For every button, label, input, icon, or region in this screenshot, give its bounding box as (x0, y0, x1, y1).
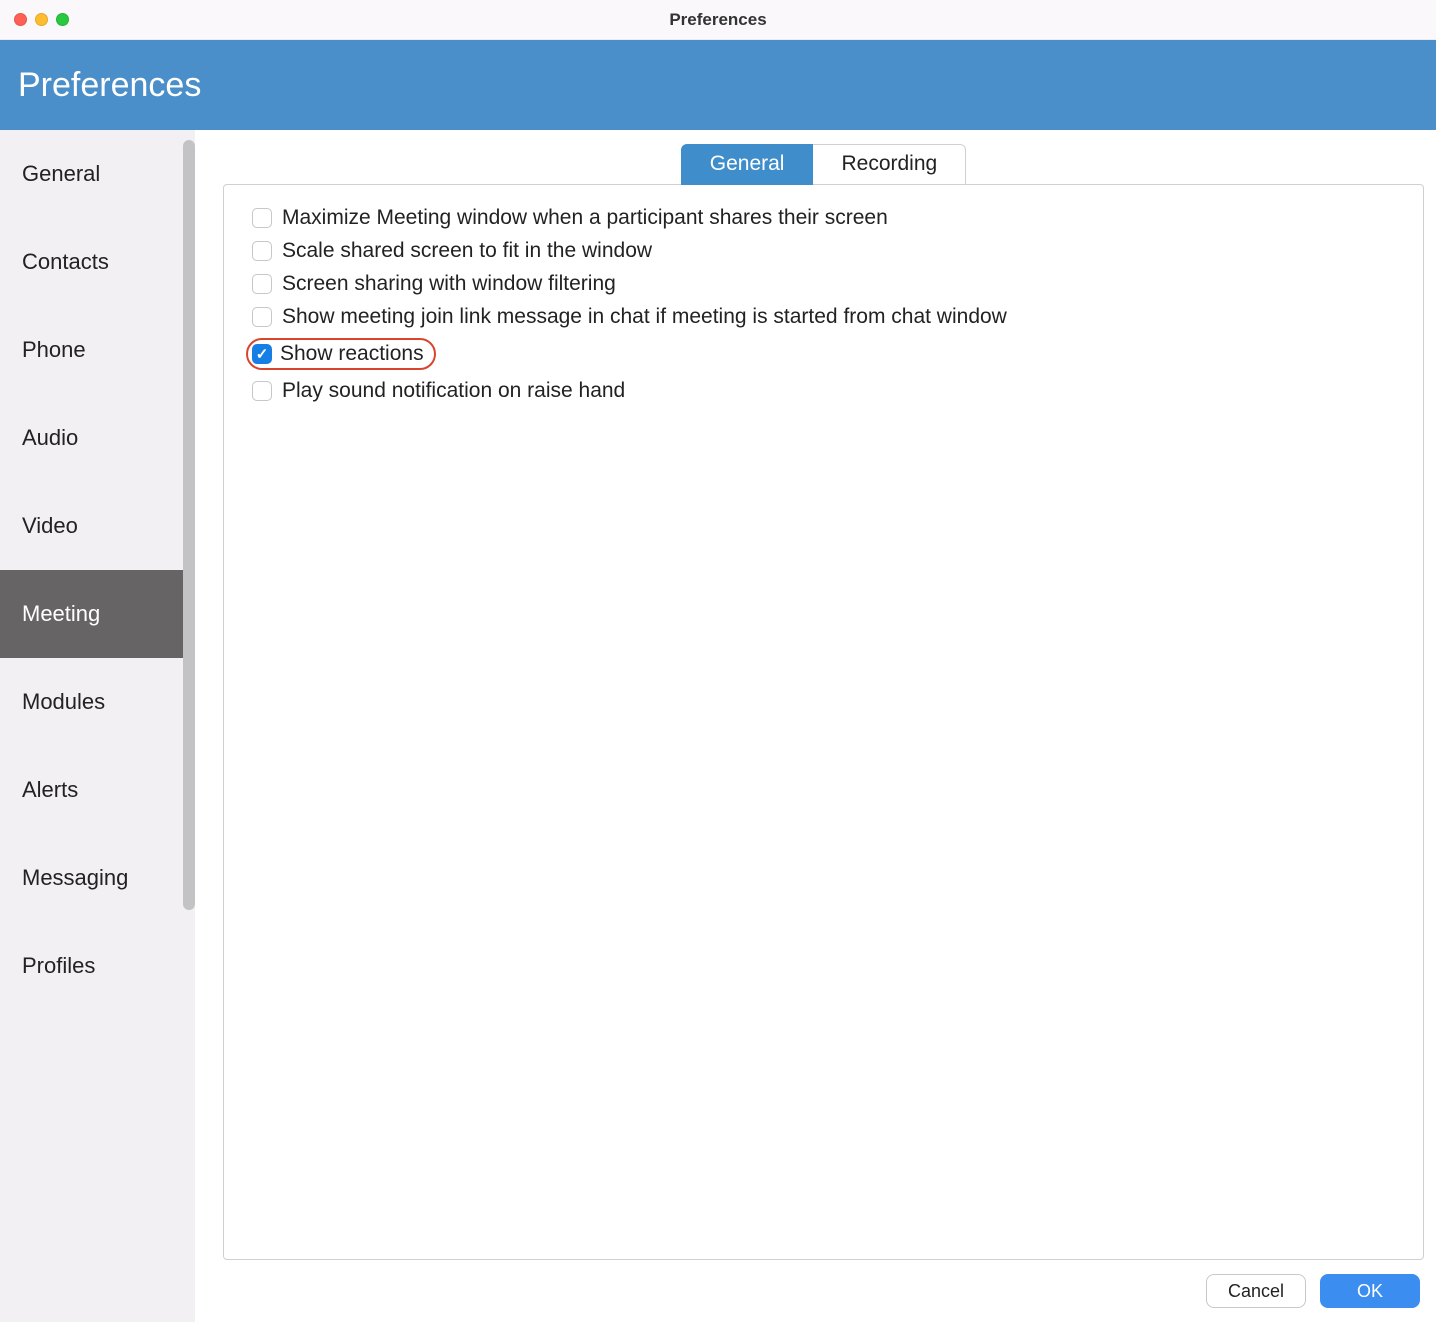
sidebar-item-label: Messaging (22, 865, 128, 891)
page-title: Preferences (18, 66, 201, 105)
sidebar-item-label: Profiles (22, 953, 95, 979)
option-label: Play sound notification on raise hand (282, 379, 625, 403)
checkbox-show-reactions[interactable] (252, 344, 272, 364)
sidebar-item-label: Audio (22, 425, 78, 451)
sidebar-item-phone[interactable]: Phone (0, 306, 195, 394)
option-maximize-window: Maximize Meeting window when a participa… (252, 206, 1395, 230)
sidebar-scrollbar[interactable] (177, 140, 195, 910)
option-window-filtering: Screen sharing with window filtering (252, 272, 1395, 296)
sidebar-item-audio[interactable]: Audio (0, 394, 195, 482)
sidebar-item-label: Modules (22, 689, 105, 715)
sidebar-item-modules[interactable]: Modules (0, 658, 195, 746)
footer: Cancel OK (223, 1260, 1424, 1312)
titlebar: Preferences (0, 0, 1436, 40)
tab-general[interactable]: General (681, 144, 814, 185)
sidebar-item-label: Alerts (22, 777, 78, 803)
window-title: Preferences (0, 10, 1436, 30)
option-label: Show reactions (280, 342, 424, 366)
checkbox-scale-shared[interactable] (252, 241, 272, 261)
sidebar-item-label: General (22, 161, 100, 187)
options-panel: Maximize Meeting window when a participa… (223, 184, 1424, 1260)
option-raise-hand-sound: Play sound notification on raise hand (252, 379, 1395, 403)
option-show-join-link: Show meeting join link message in chat i… (252, 305, 1395, 329)
highlight-ring: Show reactions (246, 338, 436, 370)
close-icon[interactable] (14, 13, 27, 26)
checkbox-maximize-window[interactable] (252, 208, 272, 228)
sidebar-item-video[interactable]: Video (0, 482, 195, 570)
content: General Recording Maximize Meeting windo… (195, 130, 1436, 1322)
main: General Contacts Phone Audio Video Meeti… (0, 130, 1436, 1322)
option-label: Scale shared screen to fit in the window (282, 239, 652, 263)
button-label: Cancel (1228, 1281, 1284, 1302)
ok-button[interactable]: OK (1320, 1274, 1420, 1308)
tabs: General Recording (223, 144, 1424, 185)
sidebar-item-label: Meeting (22, 601, 100, 627)
option-scale-shared: Scale shared screen to fit in the window (252, 239, 1395, 263)
checkbox-raise-hand-sound[interactable] (252, 381, 272, 401)
minimize-icon[interactable] (35, 13, 48, 26)
tab-label: General (710, 152, 785, 175)
sidebar-item-label: Video (22, 513, 78, 539)
tab-label: Recording (841, 152, 937, 175)
cancel-button[interactable]: Cancel (1206, 1274, 1306, 1308)
sidebar-item-general[interactable]: General (0, 130, 195, 218)
sidebar-item-alerts[interactable]: Alerts (0, 746, 195, 834)
sidebar-item-label: Contacts (22, 249, 109, 275)
window-controls (14, 13, 69, 26)
sidebar: General Contacts Phone Audio Video Meeti… (0, 130, 195, 1322)
sidebar-scroll-thumb[interactable] (183, 140, 195, 910)
checkbox-window-filtering[interactable] (252, 274, 272, 294)
sidebar-item-meeting[interactable]: Meeting (0, 570, 195, 658)
sidebar-item-messaging[interactable]: Messaging (0, 834, 195, 922)
checkbox-show-join-link[interactable] (252, 307, 272, 327)
maximize-icon[interactable] (56, 13, 69, 26)
option-label: Screen sharing with window filtering (282, 272, 616, 296)
option-show-reactions: Show reactions (252, 338, 1395, 370)
sidebar-item-contacts[interactable]: Contacts (0, 218, 195, 306)
option-label: Show meeting join link message in chat i… (282, 305, 1007, 329)
sidebar-item-label: Phone (22, 337, 86, 363)
button-label: OK (1357, 1281, 1383, 1302)
option-label: Maximize Meeting window when a participa… (282, 206, 888, 230)
tab-recording[interactable]: Recording (813, 144, 966, 185)
banner: Preferences (0, 40, 1436, 130)
sidebar-item-profiles[interactable]: Profiles (0, 922, 195, 1010)
